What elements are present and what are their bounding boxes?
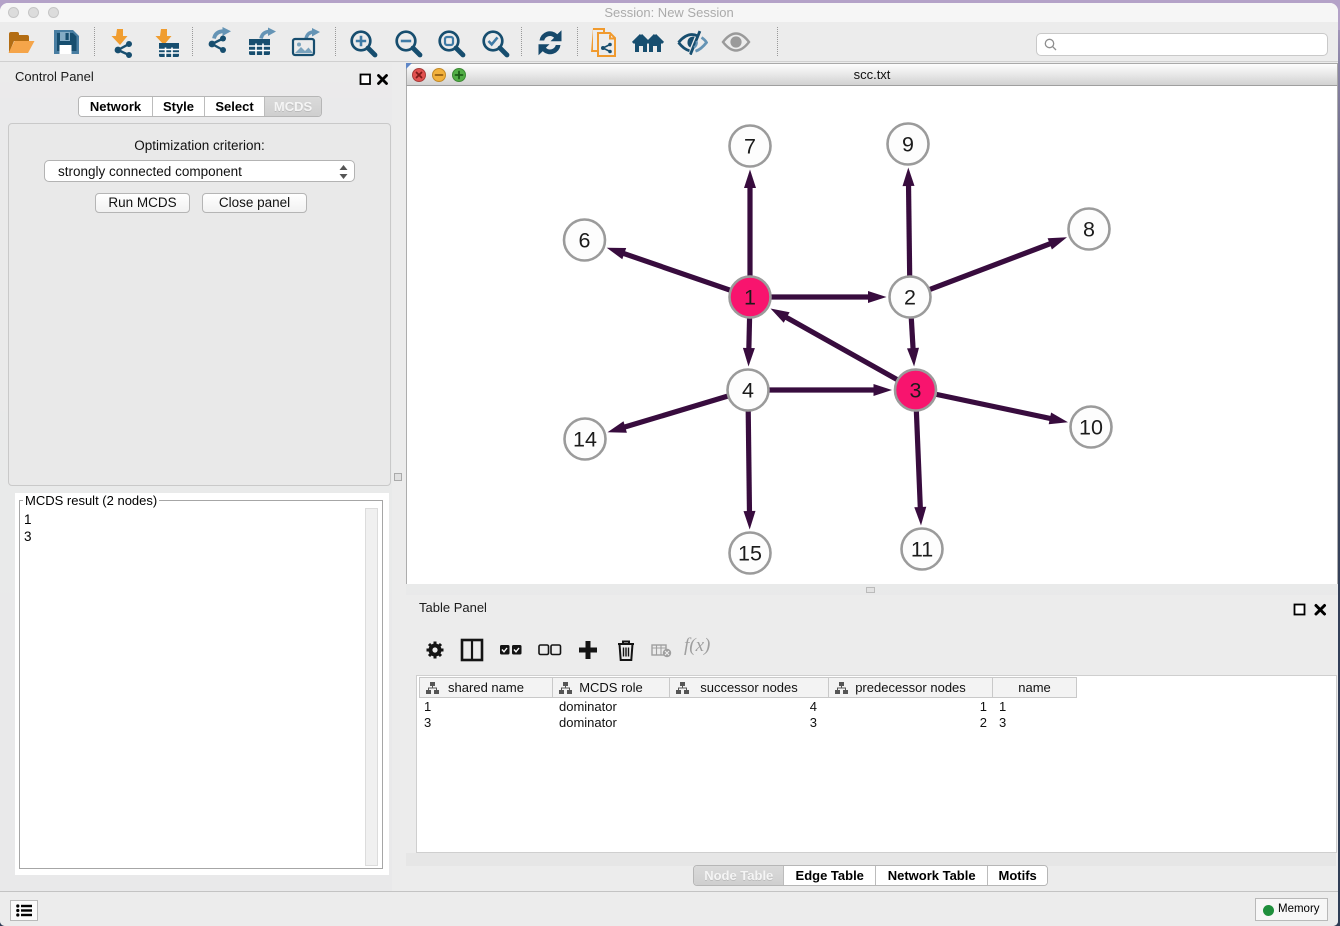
svg-text:2: 2 (904, 286, 916, 310)
svg-text:6: 6 (579, 229, 591, 253)
svg-text:9: 9 (902, 133, 914, 157)
svg-text:10: 10 (1079, 416, 1103, 440)
svg-text:7: 7 (744, 135, 756, 159)
svg-text:15: 15 (738, 542, 762, 566)
svg-text:11: 11 (911, 538, 933, 562)
svg-text:14: 14 (573, 428, 597, 452)
svg-text:8: 8 (1083, 218, 1095, 242)
svg-text:4: 4 (742, 379, 754, 403)
svg-text:3: 3 (910, 379, 922, 403)
svg-text:1: 1 (744, 286, 756, 310)
